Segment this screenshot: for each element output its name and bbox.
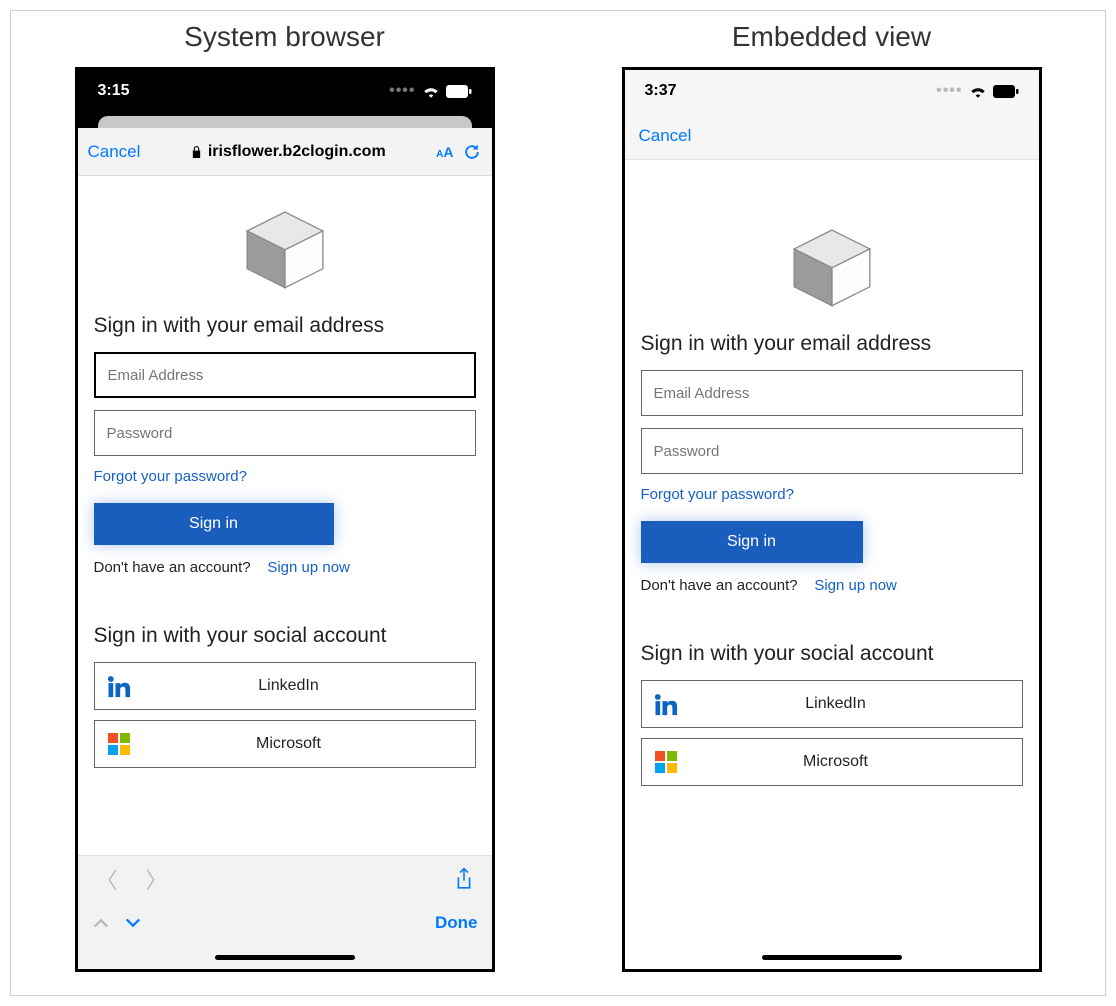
- microsoft-icon: [95, 732, 143, 756]
- cellular-dots-icon: ••••: [389, 82, 415, 100]
- cancel-button[interactable]: Cancel: [88, 142, 141, 162]
- signin-content: Sign in with your email address Forgot y…: [78, 176, 492, 855]
- linkedin-icon: [95, 672, 143, 700]
- email-field[interactable]: [641, 370, 1023, 416]
- forgot-password-link[interactable]: Forgot your password?: [94, 468, 476, 485]
- status-icons: ••••: [389, 82, 471, 100]
- back-button[interactable]: 〈: [96, 863, 118, 895]
- social-heading: Sign in with your social account: [641, 642, 1023, 666]
- cancel-button[interactable]: Cancel: [639, 126, 692, 146]
- linkedin-label: LinkedIn: [690, 695, 1022, 713]
- signin-heading: Sign in with your email address: [641, 332, 1023, 356]
- home-indicator: [78, 945, 492, 969]
- embedded-nav-bar: Cancel: [625, 112, 1039, 160]
- linkedin-icon: [642, 690, 690, 718]
- reload-icon[interactable]: [462, 142, 482, 162]
- forward-button[interactable]: 〉: [146, 863, 168, 895]
- right-title: Embedded view: [732, 21, 931, 53]
- battery-icon: [446, 85, 472, 98]
- share-icon[interactable]: [454, 867, 474, 891]
- wifi-icon: [422, 84, 440, 98]
- signin-heading: Sign in with your email address: [94, 314, 476, 338]
- url-domain: irisflower.b2clogin.com: [208, 143, 386, 161]
- forgot-password-link[interactable]: Forgot your password?: [641, 486, 1023, 503]
- status-time: 3:15: [98, 82, 130, 100]
- status-icons: ••••: [936, 82, 1018, 100]
- signup-row: Don't have an account? Sign up now: [641, 577, 1023, 594]
- text-size-button[interactable]: AA: [436, 144, 453, 160]
- signup-link[interactable]: Sign up now: [267, 559, 350, 576]
- cube-icon: [789, 226, 875, 308]
- url-display[interactable]: irisflower.b2clogin.com: [148, 143, 428, 161]
- phone-embedded-view: 3:37 •••• Cancel Sign in: [622, 67, 1042, 972]
- done-button[interactable]: Done: [435, 913, 478, 933]
- cellular-dots-icon: ••••: [936, 82, 962, 100]
- microsoft-label: Microsoft: [143, 735, 475, 753]
- signin-content: Sign in with your email address Forgot y…: [625, 160, 1039, 945]
- spacer: [94, 576, 476, 624]
- status-bar: 3:15 ••••: [78, 70, 492, 112]
- phone-system-browser: 3:15 •••• Cancel irisflower.b2clogin.com…: [75, 67, 495, 972]
- microsoft-button[interactable]: Microsoft: [94, 720, 476, 768]
- microsoft-icon: [642, 750, 690, 774]
- lock-icon: [191, 145, 202, 159]
- microsoft-label: Microsoft: [690, 753, 1022, 771]
- wifi-icon: [969, 84, 987, 98]
- signup-link[interactable]: Sign up now: [814, 577, 897, 594]
- signin-button[interactable]: Sign in: [641, 521, 863, 563]
- password-field[interactable]: [641, 428, 1023, 474]
- background-tab-peek: [78, 112, 492, 128]
- no-account-label: Don't have an account?: [94, 559, 251, 576]
- signin-button[interactable]: Sign in: [94, 503, 334, 545]
- browser-address-bar: Cancel irisflower.b2clogin.com AA: [78, 128, 492, 176]
- status-time: 3:37: [645, 82, 677, 100]
- left-title: System browser: [184, 21, 385, 53]
- battery-icon: [993, 85, 1019, 98]
- password-field[interactable]: [94, 410, 476, 456]
- browser-done-toolbar: Done: [78, 901, 492, 945]
- home-indicator: [625, 945, 1039, 969]
- app-logo: [94, 208, 476, 290]
- linkedin-button[interactable]: LinkedIn: [641, 680, 1023, 728]
- linkedin-button[interactable]: LinkedIn: [94, 662, 476, 710]
- status-bar: 3:37 ••••: [625, 70, 1039, 112]
- browser-nav-toolbar: 〈 〉: [78, 855, 492, 901]
- right-column: Embedded view 3:37 •••• Cancel: [622, 21, 1042, 995]
- app-logo: [641, 226, 1023, 308]
- cube-icon: [242, 208, 328, 290]
- linkedin-label: LinkedIn: [143, 677, 475, 695]
- email-field[interactable]: [94, 352, 476, 398]
- no-account-label: Don't have an account?: [641, 577, 798, 594]
- spacer: [641, 594, 1023, 642]
- comparison-frame: System browser 3:15 •••• Cancel irisflow…: [10, 10, 1106, 996]
- microsoft-button[interactable]: Microsoft: [641, 738, 1023, 786]
- chevron-down-icon[interactable]: [124, 916, 142, 930]
- left-column: System browser 3:15 •••• Cancel irisflow…: [75, 21, 495, 995]
- signup-row: Don't have an account? Sign up now: [94, 559, 476, 576]
- chevron-up-icon[interactable]: [92, 916, 110, 930]
- social-heading: Sign in with your social account: [94, 624, 476, 648]
